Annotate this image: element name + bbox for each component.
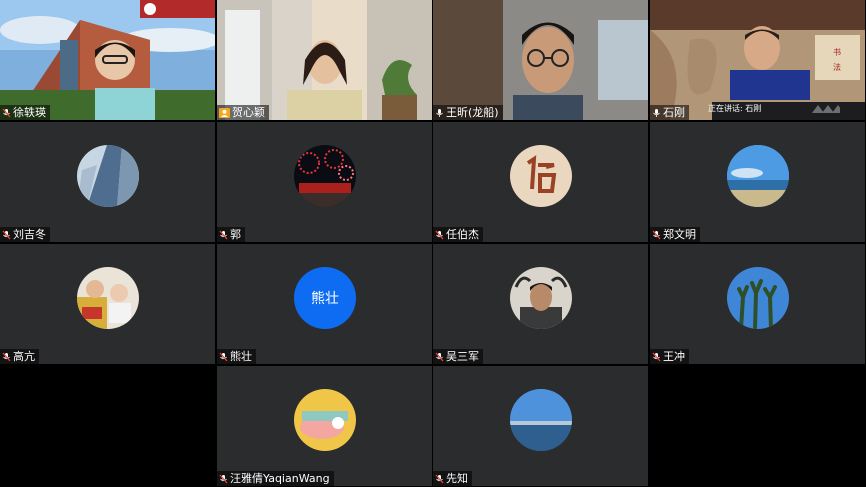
empty-tile (0, 366, 215, 486)
svg-text:书: 书 (833, 47, 841, 57)
participant-nameplate: 石刚 (650, 105, 689, 120)
seal-avatar-image (510, 145, 572, 207)
participant-nameplate: 徐轶瑛 (0, 105, 50, 120)
avatar (510, 267, 572, 329)
participant-tile[interactable]: 高亢 (0, 244, 215, 364)
muted-mic-icon (652, 230, 661, 240)
host-icon (219, 107, 230, 118)
muted-mic-icon (435, 230, 444, 240)
participant-name: 郭 (230, 228, 241, 241)
participant-name: 刘吉冬 (13, 228, 46, 241)
participant-name: 贺心颖 (232, 106, 265, 119)
participant-tile[interactable]: 王冲 (650, 244, 865, 364)
participant-name: 王昕(龙船) (446, 106, 499, 119)
participant-name: 任伯杰 (446, 228, 479, 241)
participant-nameplate: 郭 (217, 227, 245, 242)
cactus-avatar-image (727, 267, 789, 329)
participant-tile[interactable]: 先知 (433, 366, 648, 486)
muted-mic-icon (435, 352, 444, 362)
participant-name: 先知 (446, 472, 468, 485)
participant-tile[interactable]: 任伯杰 (433, 122, 648, 242)
speaking-indicator: 正在讲话: 石刚 (708, 104, 762, 113)
text-avatar: 熊壮 (294, 267, 356, 329)
video-feed-office (433, 0, 648, 120)
muted-mic-icon (219, 352, 228, 362)
participant-nameplate: 王昕(龙船) (433, 105, 503, 120)
participant-nameplate: 郑文明 (650, 227, 700, 242)
avatar (727, 145, 789, 207)
video-grid: 徐轶瑛 贺心颖 王昕(龙船) 书 法 石刚 正在讲话: 石刚 刘吉冬 郭 任伯杰… (0, 0, 866, 487)
avatar (294, 389, 356, 451)
svg-text:法: 法 (833, 62, 841, 72)
participant-nameplate: 熊壮 (217, 349, 256, 364)
participant-tile[interactable]: 徐轶瑛 (0, 0, 215, 120)
muted-mic-icon (2, 230, 11, 240)
participant-nameplate: 王冲 (650, 349, 689, 364)
participant-name: 王冲 (663, 350, 685, 363)
participant-name: 高亢 (13, 350, 35, 363)
muted-mic-icon (652, 352, 661, 362)
portrait-avatar-image (510, 267, 572, 329)
participant-tile[interactable]: 郭 (217, 122, 432, 242)
participant-nameplate: 汪雅倩YaqianWang (217, 471, 334, 486)
participant-nameplate: 吴三军 (433, 349, 483, 364)
avatar (77, 145, 139, 207)
participant-name: 熊壮 (230, 350, 252, 363)
mic-icon (652, 108, 661, 118)
babies-avatar-image (77, 267, 139, 329)
fireworks-avatar-image (294, 145, 356, 207)
muted-mic-icon (2, 108, 11, 118)
muted-mic-icon (219, 474, 228, 484)
muted-mic-icon (2, 352, 11, 362)
sea-avatar-image (510, 389, 572, 451)
audio-level-icon (812, 105, 840, 113)
muted-mic-icon (435, 474, 444, 484)
skyscraper-avatar-image (77, 145, 139, 207)
participant-tile[interactable]: 王昕(龙船) (433, 0, 648, 120)
avatar (294, 145, 356, 207)
participant-tile[interactable]: 汪雅倩YaqianWang (217, 366, 432, 486)
participant-tile[interactable]: 吴三军 (433, 244, 648, 364)
avatar (510, 389, 572, 451)
avatar (727, 267, 789, 329)
participant-nameplate: 先知 (433, 471, 472, 486)
muted-mic-icon (219, 230, 228, 240)
avatar (77, 267, 139, 329)
participant-tile[interactable]: 贺心颖 (217, 0, 432, 120)
mic-icon (435, 108, 444, 118)
participant-name: 吴三军 (446, 350, 479, 363)
participant-name: 郑文明 (663, 228, 696, 241)
participant-name: 徐轶瑛 (13, 106, 46, 119)
participant-tile[interactable]: 郑文明 (650, 122, 865, 242)
beach-avatar-image (727, 145, 789, 207)
participant-name: 汪雅倩YaqianWang (230, 472, 330, 485)
empty-tile (650, 366, 865, 486)
participant-tile[interactable]: 熊壮 熊壮 (217, 244, 432, 364)
video-feed-room (217, 0, 432, 120)
video-feed-campus (0, 0, 215, 120)
participant-name: 石刚 (663, 106, 685, 119)
participant-nameplate: 贺心颖 (217, 105, 269, 120)
participant-nameplate: 高亢 (0, 349, 39, 364)
participant-nameplate: 刘吉冬 (0, 227, 50, 242)
avatar (510, 145, 572, 207)
participant-nameplate: 任伯杰 (433, 227, 483, 242)
participant-tile[interactable]: 刘吉冬 (0, 122, 215, 242)
cartoon-avatar-image (294, 389, 356, 451)
